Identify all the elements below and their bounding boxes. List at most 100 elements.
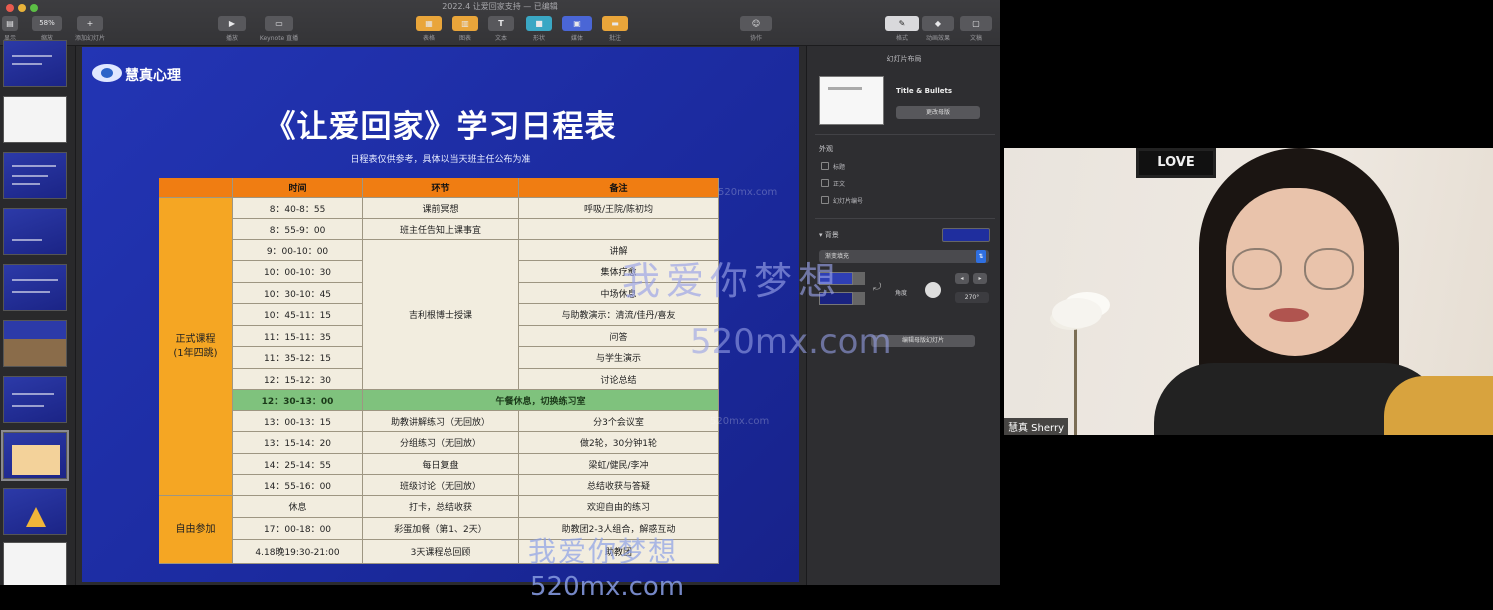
title-checkbox[interactable]: 标题 — [821, 162, 845, 171]
slide-thumbnail[interactable] — [3, 40, 67, 87]
plus-icon: + — [77, 16, 103, 31]
layout-thumbnail[interactable] — [819, 76, 884, 125]
keynote-live-button[interactable]: ▭ Keynote 直播 — [252, 16, 306, 42]
slide-navigator — [0, 40, 76, 585]
gradient-start-color[interactable] — [819, 272, 853, 285]
sidebar-icon: ▤ — [2, 16, 18, 31]
screen: 2022.4 让爱回家支持 — 已编辑 ▤ 显示 58% 缩放 + 添加幻灯片 … — [0, 0, 1493, 610]
slide-subtitle: 日程表仅供参考，具体以当天班主任公布为准 — [350, 155, 531, 165]
window-toolbar: 2022.4 让爱回家支持 — 已编辑 ▤ 显示 58% 缩放 + 添加幻灯片 … — [0, 0, 1000, 46]
note-cell: 讨论总结 — [519, 369, 719, 390]
zoom-menu[interactable]: 58% 缩放 — [30, 16, 64, 42]
slide-thumbnail[interactable] — [3, 542, 67, 585]
play-button[interactable]: ▶ 播放 — [216, 16, 248, 42]
slide-thumbnail[interactable] — [3, 320, 67, 367]
time-cell-lunch: 12：30-13：00 — [233, 390, 363, 411]
monitor-icon: ▭ — [265, 16, 293, 31]
speaker-scarf — [1384, 376, 1493, 435]
slide-thumbnail[interactable] — [3, 152, 67, 199]
note-cell: 做2轮，30分钟1轮 — [519, 432, 719, 454]
segment-cell: 彩蛋加餐（第1、2天） — [363, 518, 519, 540]
text-icon: T — [488, 16, 514, 31]
time-cell: 8：40-8：55 — [233, 198, 363, 219]
table-header: 备注 — [519, 178, 719, 198]
flower-image — [1052, 298, 1102, 328]
slide-number-checkbox[interactable]: 幻灯片编号 — [821, 196, 863, 205]
shape-button[interactable]: ■ 形状 — [524, 16, 554, 42]
slide-thumbnail[interactable] — [3, 208, 67, 255]
slide-canvas[interactable]: 慧真心理 《让爱回家》学习日程表 日程表仅供参考，具体以当天班主任公布为准 时间… — [82, 47, 799, 582]
segment-cell: 助教讲解练习（无回放） — [363, 411, 519, 432]
appearance-label: 外观 — [819, 145, 833, 153]
segment-cell-lunch: 午餐休息，切换练习室 — [363, 390, 719, 411]
document-icon: ▢ — [960, 16, 992, 31]
webcam-video: LOVE 慧真 Sherry — [1004, 148, 1493, 435]
note-cell: 助教团 — [519, 540, 719, 564]
table-header: 环节 — [363, 178, 519, 198]
time-cell: 11：35-12：15 — [233, 347, 363, 369]
format-button[interactable]: ✎ 格式 — [884, 16, 920, 42]
angle-dial[interactable] — [925, 282, 941, 298]
schedule-table[interactable]: 时间 环节 备注 正式课程 (1年四跳) 自由参加 8：40-8：55 8：55… — [159, 178, 719, 564]
time-cell: 10：45-11：15 — [233, 304, 363, 326]
slide-thumbnail[interactable] — [3, 376, 67, 423]
keynote-window: 2022.4 让爱回家支持 — 已编辑 ▤ 显示 58% 缩放 + 添加幻灯片 … — [0, 0, 1000, 585]
glasses-left — [1232, 248, 1282, 290]
gradient-end-color[interactable] — [819, 292, 853, 305]
plant-stem — [1074, 323, 1077, 435]
slide-thumbnail[interactable] — [3, 488, 67, 535]
huizhen-logo: 慧真心理 — [92, 63, 212, 85]
inspector-title: 幻灯片布局 — [886, 55, 922, 63]
chart-button[interactable]: ▥ 图表 — [450, 16, 480, 42]
collaborate-button[interactable]: ☺ 协作 — [738, 16, 774, 42]
note-cell: 助教团2-3人组合，解惑互动 — [519, 518, 719, 540]
body-checkbox[interactable]: 正文 — [821, 179, 845, 188]
view-button[interactable]: ▤ 显示 — [0, 16, 20, 42]
note-cell: 与助教演示：清流/佳丹/喜友 — [519, 304, 719, 326]
category-free: 自由参加 — [159, 496, 233, 564]
swap-colors-icon[interactable]: ⤾ — [873, 282, 881, 293]
note-cell: 呼吸/王院/陈初均 — [519, 198, 719, 219]
slide-thumbnail[interactable] — [3, 96, 67, 143]
segment-cell: 分组练习（无回放） — [363, 432, 519, 454]
media-button[interactable]: ▣ 媒体 — [560, 16, 594, 42]
fill-type-popup[interactable]: 渐变填充 ⇅ — [819, 250, 989, 263]
segment-cell: 班级讨论（无回放） — [363, 475, 519, 496]
angle-field[interactable]: 270° — [955, 292, 989, 303]
table-button[interactable]: ▦ 表格 — [414, 16, 444, 42]
speaker-mouth — [1269, 308, 1309, 322]
time-cell: 10：00-10：30 — [233, 261, 363, 283]
color-picker-icon[interactable] — [853, 272, 865, 285]
note-cell: 欢迎自由的练习 — [519, 496, 719, 518]
animate-button[interactable]: ◆ 动画效果 — [920, 16, 956, 42]
play-icon: ▶ — [218, 16, 246, 31]
table-icon: ▦ — [416, 16, 442, 31]
time-cell: 休息 — [233, 496, 363, 518]
time-cell: 10：30-10：45 — [233, 283, 363, 304]
layout-name: Title & Bullets — [896, 87, 953, 95]
rotate-right-button[interactable]: ▸ — [973, 273, 987, 284]
edit-master-slide-button[interactable]: 编辑母版幻灯片 — [871, 335, 975, 347]
color-picker-icon[interactable] — [853, 292, 865, 305]
time-cell: 8：55-9：00 — [233, 219, 363, 240]
slide-thumbnail[interactable] — [3, 264, 67, 311]
comment-button[interactable]: ▬ 批注 — [600, 16, 630, 42]
time-cell: 12：15-12：30 — [233, 369, 363, 390]
slide-title: 《让爱回家》学习日程表 — [264, 109, 617, 145]
background-color-well[interactable] — [942, 228, 990, 242]
note-cell: 分3个会议室 — [519, 411, 719, 432]
time-cell: 4.18晚19:30-21:00 — [233, 540, 363, 564]
glasses-right — [1304, 248, 1354, 290]
chart-icon: ▥ — [452, 16, 478, 31]
category-formal: 正式课程 (1年四跳) — [159, 198, 233, 496]
angle-label: 角度 — [895, 290, 908, 297]
note-cell: 集体疗愈 — [519, 261, 719, 283]
document-button[interactable]: ▢ 文稿 — [958, 16, 994, 42]
slide-thumbnail-selected[interactable] — [1, 430, 69, 481]
change-master-button[interactable]: 更改母版 — [896, 106, 980, 119]
animate-icon: ◆ — [922, 16, 954, 31]
rotate-left-button[interactable]: ◂ — [955, 273, 969, 284]
popup-arrows-icon: ⇅ — [976, 250, 986, 263]
add-slide-button[interactable]: + 添加幻灯片 — [70, 16, 110, 42]
text-button[interactable]: T 文本 — [486, 16, 516, 42]
